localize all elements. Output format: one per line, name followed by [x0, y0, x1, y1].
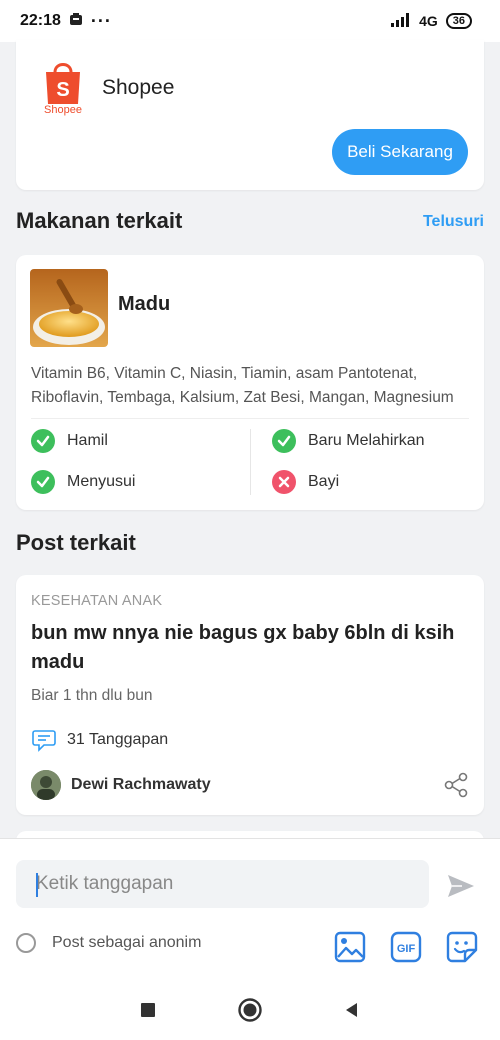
svg-text:S: S	[56, 79, 69, 101]
status-bar: 22:18 ··· 4G 36	[0, 0, 500, 42]
shopee-name: Shopee	[102, 76, 175, 99]
related-posts-title: Post terkait	[16, 530, 136, 555]
avatar	[31, 770, 61, 800]
cross-icon	[272, 470, 296, 494]
text-caret	[36, 873, 38, 897]
home-icon[interactable]	[237, 997, 263, 1023]
status-pregnant: Hamil	[31, 429, 108, 453]
network-type: 4G	[419, 13, 438, 29]
replies-count: 31 Tanggapan	[67, 731, 169, 748]
status-label: Hamil	[67, 432, 108, 449]
status-postpartum: Baru Melahirkan	[272, 429, 425, 453]
status-breastfeeding: Menyusui	[31, 470, 135, 494]
anonymous-option[interactable]: Post sebagai anonim	[16, 933, 201, 953]
back-icon[interactable]	[343, 1001, 361, 1019]
battery-icon: 36	[445, 13, 472, 29]
signal-icon	[391, 12, 411, 30]
recent-apps-icon[interactable]	[139, 1001, 157, 1019]
related-foods-title: Makanan terkait	[16, 208, 183, 233]
check-icon	[31, 429, 55, 453]
buy-now-button[interactable]: Beli Sekarang	[332, 129, 468, 175]
reply-composer: Post sebagai anonim GIF	[0, 838, 500, 980]
post-replies[interactable]: 31 Tanggapan	[31, 727, 168, 753]
food-nutrients: Vitamin B6, Vitamin C, Niasin, Tiamin, a…	[31, 365, 454, 406]
divider	[250, 429, 251, 495]
status-label: Menyusui	[67, 473, 136, 490]
shopee-card: S Shopee Shopee Beli Sekarang	[16, 40, 484, 190]
status-label: Bayi	[308, 473, 340, 490]
check-icon	[31, 470, 55, 494]
send-icon[interactable]	[446, 873, 476, 899]
status-baby: Bayi	[272, 470, 339, 494]
gif-icon[interactable]: GIF	[389, 930, 423, 964]
check-icon	[272, 429, 296, 453]
status-time: 22:18	[20, 12, 61, 29]
more-notifications-icon: ···	[90, 11, 112, 31]
post-author[interactable]: Dewi Rachmawaty	[31, 770, 211, 800]
post-body: Biar 1 thn dlu bun	[31, 687, 153, 704]
share-icon[interactable]	[443, 772, 469, 798]
post-title: bun mw nnya nie bagus gx baby 6bln di ks…	[31, 622, 455, 673]
food-thumbnail	[30, 269, 108, 347]
sticker-icon[interactable]	[445, 930, 479, 964]
comment-icon	[32, 730, 56, 752]
gif-label: GIF	[397, 943, 416, 955]
anonymous-label: Post sebagai anonim	[52, 934, 202, 951]
food-name: Madu	[118, 293, 171, 315]
reply-input[interactable]	[16, 860, 429, 908]
shopee-logo-text: Shopee	[44, 104, 82, 116]
divider	[31, 418, 469, 419]
navigation-bar	[0, 980, 500, 1040]
anonymous-radio[interactable]	[16, 933, 36, 953]
food-card[interactable]: Madu Vitamin B6, Vitamin C, Niasin, Tiam…	[16, 255, 484, 510]
post-card[interactable]: KESEHATAN ANAK bun mw nnya nie bagus gx …	[16, 575, 484, 815]
image-icon[interactable]	[333, 930, 367, 964]
notification-icon	[69, 12, 83, 31]
browse-link[interactable]: Telusuri	[423, 213, 484, 231]
author-name: Dewi Rachmawaty	[71, 776, 211, 793]
status-label: Baru Melahirkan	[308, 432, 425, 449]
post-category: KESEHATAN ANAK	[31, 593, 163, 609]
